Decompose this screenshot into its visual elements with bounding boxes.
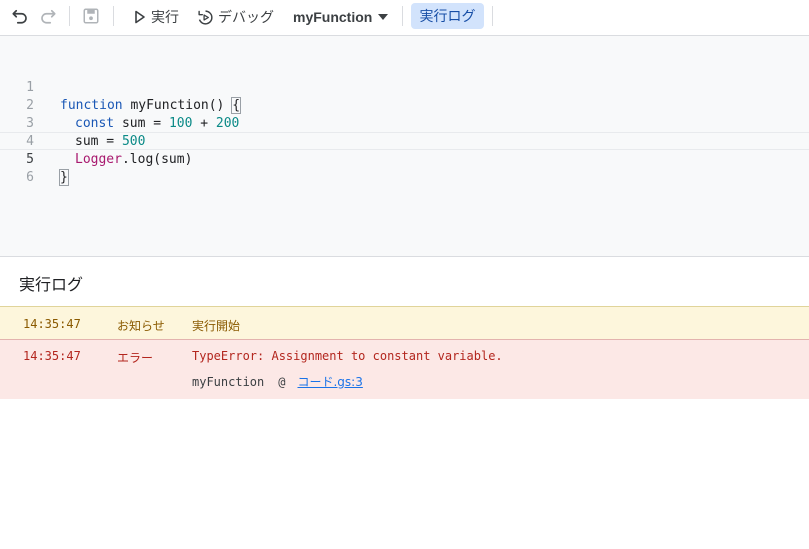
source-link[interactable]: コード.gs:3	[297, 373, 362, 390]
log-entry-error: 14:35:47 エラー TypeError: Assignment to co…	[0, 339, 809, 399]
code-line: 1 function myFunction() {	[0, 61, 809, 114]
stack-function: myFunction	[192, 374, 265, 389]
toolbar-divider	[402, 6, 403, 26]
redo-icon[interactable]	[38, 6, 58, 26]
undo-icon[interactable]	[10, 6, 30, 26]
function-select[interactable]: myFunction	[293, 4, 389, 30]
log-time: 14:35:47	[23, 317, 81, 331]
code-editor[interactable]: 1 function myFunction() { 2 const sum = …	[0, 35, 809, 256]
toolbar-divider	[113, 6, 114, 26]
debug-label: デバッグ	[218, 10, 274, 26]
log-message: 実行開始	[192, 319, 241, 333]
log-message: TypeError: Assignment to constant variab…	[192, 349, 503, 363]
execution-log-toggle[interactable]: 実行ログ	[411, 3, 484, 29]
run-label: 実行	[151, 10, 179, 26]
play-icon	[135, 10, 145, 24]
run-button[interactable]: 実行	[134, 4, 179, 30]
log-level: お知らせ	[117, 319, 165, 333]
log-entry-info: 14:35:47 お知らせ 実行開始	[0, 306, 809, 339]
code-line: 2 const sum = 100 + 200	[0, 79, 809, 131]
execution-log-panel: 実行ログ 14:35:47 お知らせ 実行開始 14:35:47 エラー Typ…	[0, 256, 809, 549]
save-icon[interactable]	[81, 6, 101, 26]
toolbar: 実行 デバッグ myFunction 実行ログ	[0, 0, 809, 34]
log-time: 14:35:47	[23, 349, 81, 363]
code-line: 6	[0, 151, 809, 185]
code-line-current: 5 }	[0, 132, 809, 186]
stack-at: @	[278, 374, 286, 389]
stack-trace: myFunction @ コード.gs:3	[192, 373, 363, 390]
debug-button[interactable]: デバッグ	[197, 4, 274, 30]
debug-icon	[198, 9, 213, 25]
function-select-value: myFunction	[293, 9, 373, 25]
toolbar-divider	[69, 6, 70, 26]
log-panel-title: 実行ログ	[19, 275, 84, 294]
code-line: 4 Logger.log(sum)	[0, 115, 809, 167]
code-text: }	[59, 169, 69, 186]
code-line: 3 sum = 500	[0, 97, 809, 149]
caret-down-icon	[378, 14, 389, 20]
toolbar-divider	[492, 6, 493, 26]
log-level: エラー	[117, 351, 154, 365]
line-number: 6	[26, 170, 34, 185]
